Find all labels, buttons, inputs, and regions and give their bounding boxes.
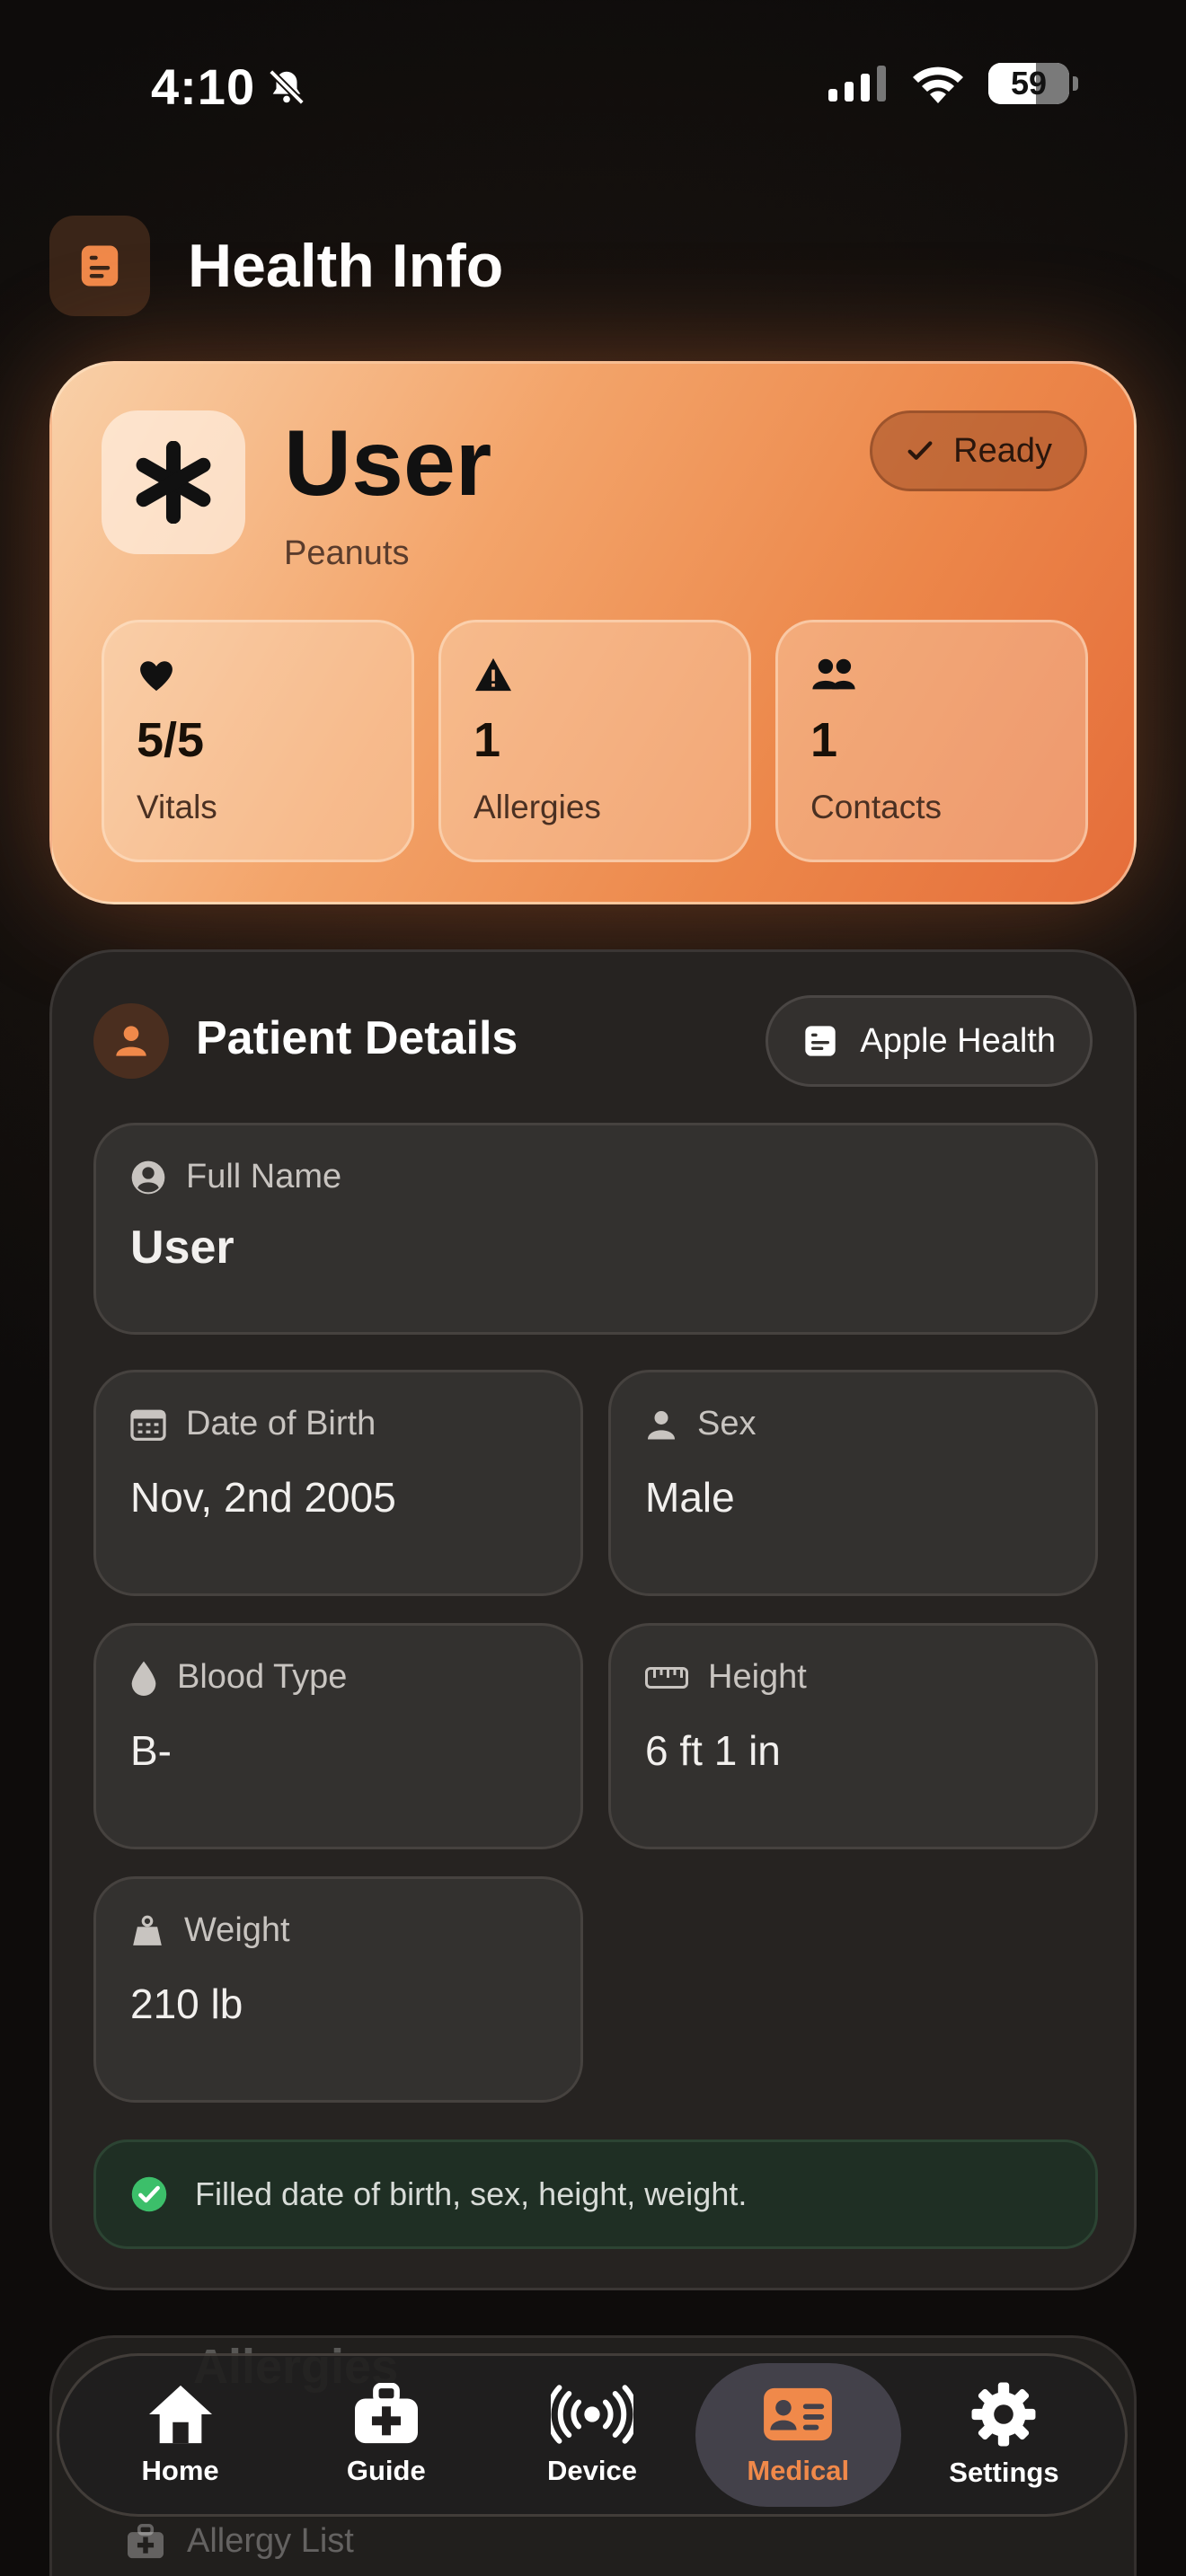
stat-label: Allergies xyxy=(474,789,601,825)
time-label: 4:10 xyxy=(151,58,256,115)
house-icon xyxy=(146,2383,215,2446)
first-aid-kit-icon xyxy=(126,2523,165,2560)
tab-label: Guide xyxy=(346,2455,426,2486)
stat-label: Vitals xyxy=(137,789,217,825)
sex-field[interactable]: Sex Male xyxy=(608,1370,1098,1596)
field-label: Sex xyxy=(697,1405,757,1442)
blood-type-field[interactable]: Blood Type B- xyxy=(93,1623,583,1849)
stat-contacts[interactable]: 1 Contacts xyxy=(775,620,1088,862)
weight-field[interactable]: Weight 210 lb xyxy=(93,1876,583,2103)
allergy-list-row[interactable]: Allergy List xyxy=(126,2522,354,2561)
heart-icon xyxy=(137,657,176,693)
gear-icon xyxy=(970,2381,1037,2448)
ruler-icon xyxy=(645,1665,688,1690)
bell-muted-icon xyxy=(266,66,307,108)
checkmark-icon xyxy=(905,436,935,466)
section-title: Patient Details xyxy=(196,1012,518,1064)
tab-label: Settings xyxy=(949,2457,1059,2488)
ready-badge: Ready xyxy=(870,410,1087,491)
field-value: B- xyxy=(130,1727,172,1774)
stat-value: 1 xyxy=(474,713,501,767)
status-time: 4:10 xyxy=(151,57,307,116)
battery-icon: 59 xyxy=(988,63,1069,104)
warning-icon xyxy=(474,657,513,693)
stat-value: 1 xyxy=(810,713,838,767)
field-label: Height xyxy=(708,1658,807,1696)
stat-label: Contacts xyxy=(810,789,943,825)
patient-details-panel: Patient Details Apple Health Full Name U… xyxy=(49,949,1137,2290)
wifi-icon xyxy=(911,64,965,103)
health-card-icon xyxy=(49,216,150,316)
person-icon xyxy=(645,1408,677,1441)
field-value: 6 ft 1 in xyxy=(645,1727,781,1774)
first-aid-kit-icon xyxy=(352,2383,420,2446)
profile-name: User xyxy=(284,411,492,516)
apple-health-button[interactable]: Apple Health xyxy=(766,995,1093,1087)
full-name-field[interactable]: Full Name User xyxy=(93,1123,1098,1335)
page-header: Health Info xyxy=(49,216,503,316)
apple-health-label: Apple Health xyxy=(860,1021,1056,1060)
date-of-birth-field[interactable]: Date of Birth Nov, 2nd 2005 xyxy=(93,1370,583,1596)
stat-value: 5/5 xyxy=(137,713,205,767)
note-text: Filled date of birth, sex, height, weigh… xyxy=(195,2175,748,2212)
tab-medical[interactable]: Medical xyxy=(695,2363,901,2507)
field-value: User xyxy=(130,1222,235,1274)
field-label: Full Name xyxy=(186,1158,342,1195)
height-field[interactable]: Height 6 ft 1 in xyxy=(608,1623,1098,1849)
profile-subtitle: Peanuts xyxy=(284,534,410,572)
stat-allergies[interactable]: 1 Allergies xyxy=(438,620,751,862)
autofill-status-note: Filled date of birth, sex, height, weigh… xyxy=(93,2139,1098,2249)
tab-bar: Home Guide Device Medical Settings xyxy=(57,2353,1128,2517)
cellular-signal-icon xyxy=(828,66,888,101)
field-value: 210 lb xyxy=(130,1981,243,2027)
allergy-list-label: Allergy List xyxy=(187,2522,354,2560)
tab-settings[interactable]: Settings xyxy=(901,2363,1107,2507)
tab-guide[interactable]: Guide xyxy=(283,2363,489,2507)
status-bar: 4:10 59 xyxy=(0,0,1186,171)
field-label: Blood Type xyxy=(177,1658,348,1696)
field-label: Weight xyxy=(184,1911,290,1949)
check-circle-icon xyxy=(130,2175,168,2213)
ready-label: Ready xyxy=(953,431,1052,470)
scale-weight-icon xyxy=(130,1914,164,1948)
field-value: Male xyxy=(645,1474,735,1521)
battery-level: 59 xyxy=(1010,65,1048,101)
drop-icon xyxy=(130,1660,157,1696)
tab-label: Home xyxy=(141,2455,219,2486)
stat-vitals[interactable]: 5/5 Vitals xyxy=(102,620,414,862)
medical-asterisk-icon xyxy=(102,410,245,554)
field-label: Date of Birth xyxy=(186,1405,376,1442)
id-card-icon xyxy=(760,2383,836,2446)
calendar-icon xyxy=(130,1408,166,1441)
people-icon xyxy=(810,657,857,693)
tab-label: Medical xyxy=(747,2455,850,2486)
field-value: Nov, 2nd 2005 xyxy=(130,1474,396,1521)
person-circle-icon xyxy=(130,1160,166,1195)
tab-home[interactable]: Home xyxy=(77,2363,283,2507)
profile-summary-card[interactable]: User Peanuts Ready 5/5 Vitals 1 Allergie… xyxy=(49,361,1137,904)
health-card-icon xyxy=(802,1023,838,1059)
tab-device[interactable]: Device xyxy=(489,2363,695,2507)
tab-label: Device xyxy=(547,2455,637,2486)
person-icon xyxy=(93,1003,169,1079)
broadcast-icon xyxy=(551,2383,633,2446)
page-title: Health Info xyxy=(188,232,504,300)
